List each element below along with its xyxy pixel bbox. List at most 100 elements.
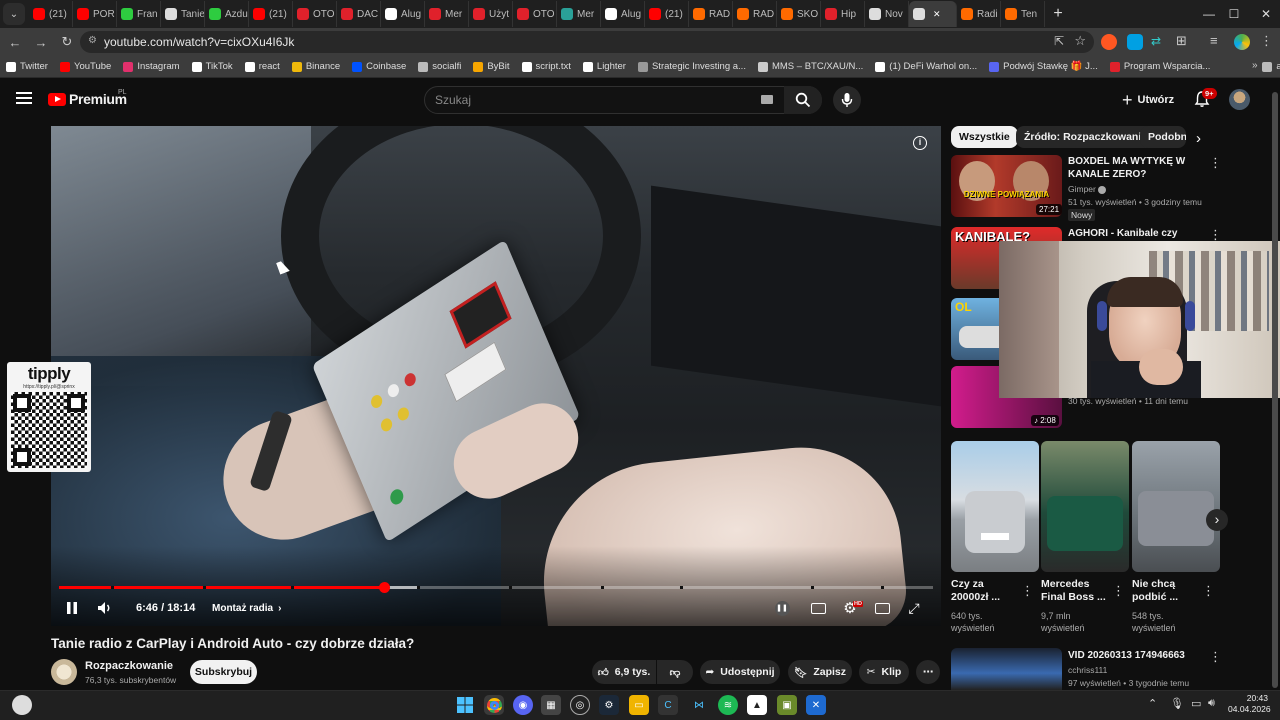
bookmark-item[interactable]: ByBit	[467, 61, 515, 72]
app-icon[interactable]: ⋈	[689, 695, 709, 715]
close-window-button[interactable]: ✕	[1246, 0, 1280, 28]
app-icon[interactable]: ✕	[806, 695, 826, 715]
chapter-button[interactable]: Montaż radia ›	[206, 597, 287, 619]
bookmark-item[interactable]: react	[239, 61, 286, 72]
browser-tab[interactable]: Alug	[601, 1, 645, 27]
browser-tab[interactable]: (21)	[645, 1, 689, 27]
bookmark-item[interactable]: MMS – BTC/XAU/N...	[752, 61, 869, 72]
rec-title[interactable]: VID 20260313 174946663	[1068, 649, 1208, 662]
short-menu-icon[interactable]: ⋮	[1021, 583, 1034, 599]
like-button[interactable]: 👍︎ 6,9 tys.	[592, 660, 656, 684]
subscribe-button[interactable]: Subskrybuj	[190, 660, 257, 684]
keyboard-icon[interactable]	[761, 95, 773, 104]
create-button[interactable]: + Utwórz	[1122, 90, 1174, 110]
browser-tab[interactable]: RAD	[689, 1, 733, 27]
rec-menu-icon[interactable]: ⋮	[1209, 649, 1222, 665]
browser-tab[interactable]: Radi	[957, 1, 1001, 27]
clock[interactable]: 20:43 04.04.2026	[1228, 693, 1271, 715]
bookmark-item[interactable]: Instagram	[117, 61, 185, 72]
short-thumbnail[interactable]	[1132, 441, 1220, 572]
tab-groups-icon[interactable]: ≡	[1210, 33, 1226, 49]
info-icon[interactable]: i	[913, 136, 927, 150]
puzzle-icon[interactable]: ⊞	[1176, 33, 1192, 49]
bookmark-item[interactable]: Coinbase	[346, 61, 412, 72]
browser-tab[interactable]: OTO	[293, 1, 337, 27]
extension-icon[interactable]	[1127, 34, 1143, 50]
browser-tab[interactable]: Fran	[117, 1, 161, 27]
browser-tab[interactable]: OTO	[513, 1, 557, 27]
bookmark-item[interactable]: Program Wsparcia...	[1104, 61, 1217, 72]
browser-tab[interactable]: Mer	[425, 1, 469, 27]
search-input[interactable]: Szukaj	[424, 86, 822, 114]
short-title[interactable]: Mercedes Final Boss ...	[1041, 578, 1111, 604]
rec-menu-icon[interactable]: ⋮	[1209, 155, 1222, 171]
browser-tab[interactable]: RAD	[733, 1, 777, 27]
bookmark-item[interactable]: script.txt	[516, 61, 577, 72]
bookmark-item[interactable]: Lighter	[577, 61, 632, 72]
tray-overflow-icon[interactable]: ⌃	[1148, 697, 1157, 710]
new-tab-button[interactable]: +	[1045, 5, 1071, 23]
chrome-taskbar-icon[interactable]	[484, 695, 504, 715]
chip-source[interactable]: Źródło: Rozpaczkowanie	[1016, 126, 1156, 148]
site-info-icon[interactable]: ⚙	[88, 35, 97, 46]
obs-icon[interactable]: ◎	[570, 695, 590, 715]
autoplay-toggle[interactable]: ❚❚	[774, 598, 790, 618]
more-actions-button[interactable]: ⋯	[916, 660, 940, 684]
dislike-button[interactable]: 👎︎	[657, 660, 693, 684]
theater-mode-button[interactable]	[874, 598, 890, 618]
bookmarks-overflow-icon[interactable]: »	[1252, 60, 1258, 71]
profile-avatar[interactable]	[1234, 34, 1250, 50]
back-button[interactable]: ←	[2, 29, 28, 55]
bookmark-item[interactable]: Strategic Investing a...	[632, 61, 752, 72]
short-title[interactable]: Nie chcą podbić ...	[1132, 578, 1202, 604]
rec-channel[interactable]: cchriss111	[1068, 664, 1107, 676]
fullscreen-button[interactable]: ⤢	[906, 598, 922, 618]
account-avatar[interactable]	[1229, 89, 1250, 110]
mic-tray-icon[interactable]: 🎙︎	[1170, 697, 1184, 710]
chip-similar[interactable]: Podobne	[1140, 126, 1186, 148]
browser-tab[interactable]: (21)	[249, 1, 293, 27]
browser-tab[interactable]: Użyt	[469, 1, 513, 27]
start-button[interactable]	[455, 695, 475, 715]
app-icon[interactable]: C	[658, 695, 678, 715]
share-button[interactable]: ➦ Udostępnij	[700, 660, 780, 684]
browser-tab[interactable]: Mer	[557, 1, 601, 27]
minecraft-icon[interactable]: ▣	[777, 695, 797, 715]
clip-button[interactable]: ✂ Klip	[859, 660, 909, 684]
browser-tab[interactable]: Tanie	[161, 1, 205, 27]
reload-button[interactable]: ↻	[54, 29, 80, 55]
chip-all[interactable]: Wszystkie	[951, 126, 1018, 148]
app-icon[interactable]: ▦	[541, 695, 561, 715]
youtube-logo-icon[interactable]	[48, 93, 66, 106]
bookmark-item[interactable]: (1) DeFi Warhol on...	[869, 61, 983, 72]
channel-name[interactable]: Rozpaczkowanie	[85, 660, 173, 672]
browser-tab[interactable]: Ten	[1001, 1, 1045, 27]
extension-icon[interactable]: ⇄	[1151, 34, 1167, 50]
short-title[interactable]: Czy za 20000zł ...	[951, 578, 1021, 604]
browser-tab[interactable]: ✕	[909, 1, 957, 27]
browser-tab[interactable]: Azdu	[205, 1, 249, 27]
rec-channel[interactable]: Gimper	[1068, 183, 1107, 195]
browser-tab[interactable]: Nov	[865, 1, 909, 27]
file-explorer-icon[interactable]: ▭	[629, 695, 649, 715]
scrollbar-thumb[interactable]	[1272, 92, 1278, 688]
chips-next-icon[interactable]: ›	[1196, 130, 1201, 147]
speaker-icon[interactable]: 🔊︎	[1208, 697, 1215, 710]
browser-tab[interactable]: Hip	[821, 1, 865, 27]
bookmark-item[interactable]: Twitter	[0, 61, 54, 72]
short-menu-icon[interactable]: ⋮	[1202, 583, 1215, 599]
app-icon[interactable]: ▲	[747, 695, 767, 715]
short-thumbnail[interactable]	[951, 441, 1039, 572]
bookmark-star-icon[interactable]: ☆	[1074, 33, 1086, 49]
browser-tab[interactable]: SKO	[777, 1, 821, 27]
rec-title[interactable]: BOXDEL MA WYTYKĘ W KANALE ZERO?	[1068, 155, 1208, 181]
steam-icon[interactable]: ⚙	[599, 695, 619, 715]
address-bar[interactable]: ⚙ youtube.com/watch?v=cixOXu4I6Jk ⇱ ☆	[80, 31, 1094, 53]
page-scrollbar[interactable]	[1272, 84, 1278, 690]
menu-dots-icon[interactable]: ⋮	[1260, 33, 1273, 49]
save-button[interactable]: 🔖︎ Zapisz	[788, 660, 852, 684]
close-tab-icon[interactable]: ✕	[933, 9, 941, 20]
extension-icon[interactable]	[1101, 34, 1117, 50]
video-thumbnail[interactable]	[951, 648, 1062, 690]
browser-tab[interactable]: (21)	[29, 1, 73, 27]
